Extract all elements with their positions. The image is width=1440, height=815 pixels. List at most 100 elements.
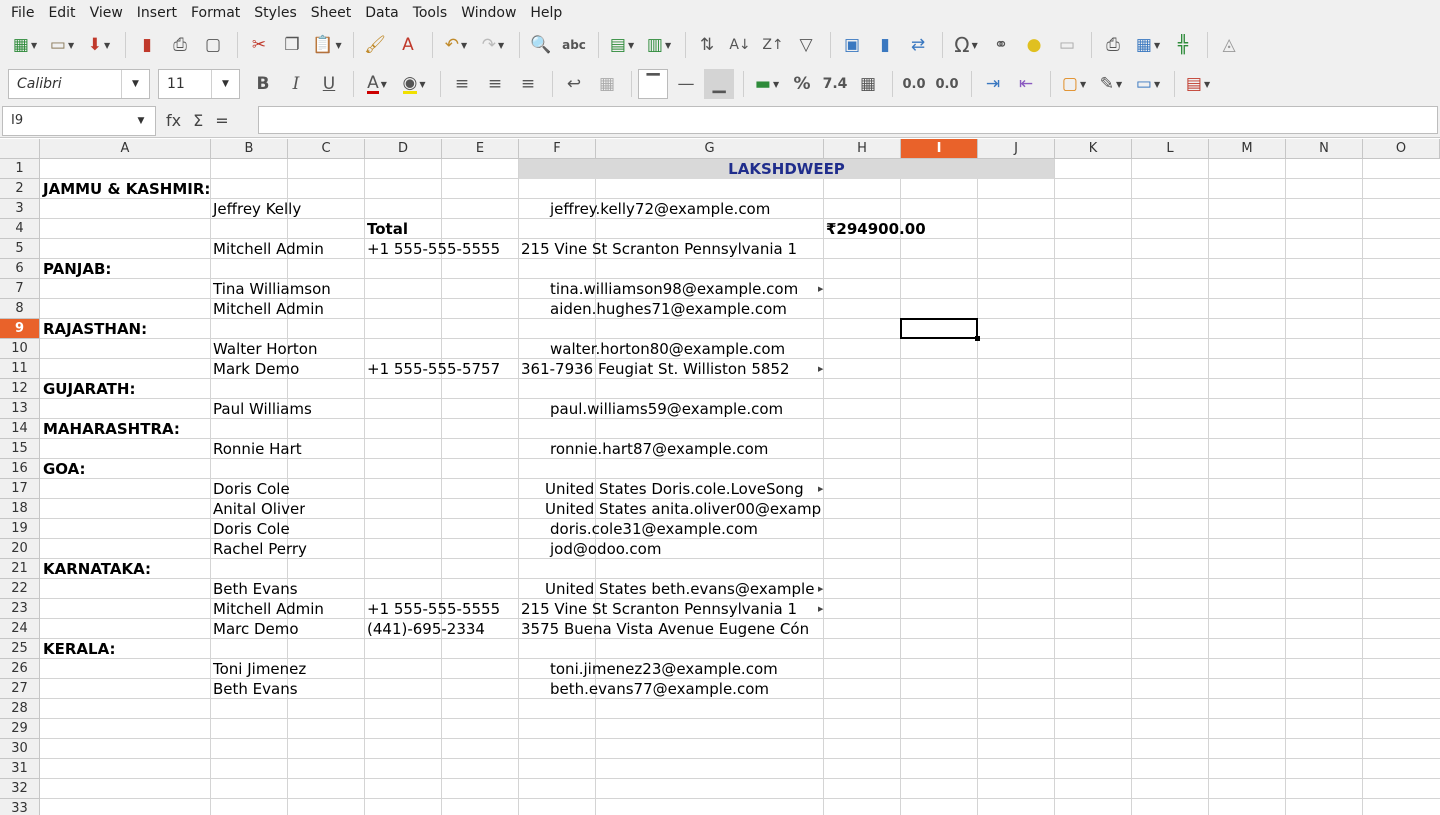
print-icon[interactable]: ⎙ — [165, 30, 195, 60]
function-wizard-icon[interactable]: fx — [166, 111, 181, 130]
cut-icon[interactable]: ✂ — [244, 30, 274, 60]
cell-F15[interactable]: ronnie.hart87@example.com — [548, 439, 768, 459]
currency-format-icon[interactable]: ▬ ▼ — [750, 69, 784, 99]
align-center-icon[interactable]: ≡ — [480, 69, 510, 99]
align-top-icon[interactable]: ▔ — [638, 69, 668, 99]
active-cell-cursor[interactable] — [900, 318, 980, 341]
border-color-icon[interactable]: ▭ ▼ — [1131, 69, 1165, 99]
cell-B5[interactable]: Mitchell Admin — [211, 239, 324, 259]
menu-styles[interactable]: Styles — [247, 0, 303, 26]
row-header-30[interactable]: 30 — [0, 739, 40, 759]
cell-F8[interactable]: aiden.hughes71@example.com — [548, 299, 787, 319]
print-preview-icon[interactable]: ▢ — [198, 30, 228, 60]
cell-B7[interactable]: Tina Williamson — [211, 279, 331, 299]
sort-icon[interactable]: ⇅ — [692, 30, 722, 60]
menu-tools[interactable]: Tools — [406, 0, 455, 26]
cell-F3[interactable]: jeffrey.kelly72@example.com — [548, 199, 770, 219]
column-header-a[interactable]: A — [40, 139, 211, 159]
cell-B3[interactable]: Jeffrey Kelly — [211, 199, 301, 219]
copy-icon[interactable]: ❐ — [277, 30, 307, 60]
font-name-combo[interactable]: Calibri ▼ — [8, 69, 150, 99]
column-header-b[interactable]: B — [211, 139, 288, 159]
percent-format-icon[interactable]: % — [787, 69, 817, 99]
wrap-text-icon[interactable]: ↩ — [559, 69, 589, 99]
column-header-n[interactable]: N — [1286, 139, 1363, 159]
cell-B22[interactable]: Beth Evans — [211, 579, 298, 599]
spreadsheet-grid[interactable]: ABCDEFGHIJKLMNO 1 2 3 4 5 6 7 8 9 10 11 12 13 14 15 16 1… — [0, 139, 1440, 815]
row-header-9[interactable]: 9 — [0, 319, 40, 339]
row-header-18[interactable]: 18 — [0, 499, 40, 519]
highlight-color-icon[interactable]: ◉ ▼ — [397, 69, 431, 99]
row-header-4[interactable]: 4 — [0, 219, 40, 239]
cell-B20[interactable]: Rachel Perry — [211, 539, 307, 559]
menu-edit[interactable]: Edit — [41, 0, 82, 26]
cell-F10[interactable]: walter.horton80@example.com — [548, 339, 785, 359]
row-header-14[interactable]: 14 — [0, 419, 40, 439]
row-header-10[interactable]: 10 — [0, 339, 40, 359]
cell-B17[interactable]: Doris Cole — [211, 479, 290, 499]
row-header-22[interactable]: 22 — [0, 579, 40, 599]
cell-A9[interactable]: RAJASTHAN: — [41, 319, 147, 339]
date-format-icon[interactable]: ▦ — [853, 69, 883, 99]
paste-icon[interactable]: 📋 ▼ — [310, 30, 344, 60]
cell-B15[interactable]: Ronnie Hart — [211, 439, 302, 459]
cell-B10[interactable]: Walter Horton — [211, 339, 317, 359]
name-box[interactable]: I9 ▼ — [2, 105, 156, 136]
row-header-32[interactable]: 32 — [0, 779, 40, 799]
cell-B27[interactable]: Beth Evans — [211, 679, 298, 699]
cell-D4[interactable]: Total — [365, 219, 408, 239]
column-header-h[interactable]: H — [824, 139, 901, 159]
sum-icon[interactable]: Σ — [193, 111, 203, 130]
row-header-24[interactable]: 24 — [0, 619, 40, 639]
split-window-icon[interactable]: ╬ — [1168, 30, 1198, 60]
column-header-g[interactable]: G — [596, 139, 824, 159]
cell-B8[interactable]: Mitchell Admin — [211, 299, 324, 319]
row-header-1[interactable]: 1 — [0, 159, 40, 179]
cell-D5[interactable]: +1 555-555-5555 — [365, 239, 519, 259]
autofilter-icon[interactable]: ▽ — [791, 30, 821, 60]
row-header-12[interactable]: 12 — [0, 379, 40, 399]
cell-F24[interactable]: 3575 Buena Vista Avenue Eugene Cón — [519, 619, 823, 639]
menu-data[interactable]: Data — [358, 0, 405, 26]
row-header-16[interactable]: 16 — [0, 459, 40, 479]
undo-icon[interactable]: ↶ ▼ — [439, 30, 473, 60]
row-header-5[interactable]: 5 — [0, 239, 40, 259]
spellcheck-icon[interactable]: abc — [559, 30, 589, 60]
column-header-d[interactable]: D — [365, 139, 442, 159]
cell-F22[interactable]: United States beth.evans@example — [543, 579, 819, 599]
clear-formatting-icon[interactable]: A — [393, 30, 423, 60]
align-left-icon[interactable]: ≡ — [447, 69, 477, 99]
show-draw-functions-icon[interactable]: ◬ — [1214, 30, 1244, 60]
menu-view[interactable]: View — [83, 0, 130, 26]
row-header-7[interactable]: 7 — [0, 279, 40, 299]
column-header-o[interactable]: O — [1363, 139, 1440, 159]
cell-A21[interactable]: KARNATAKA: — [41, 559, 151, 579]
export-pdf-icon[interactable]: ▮ — [132, 30, 162, 60]
cell-H4[interactable]: ₹294900.00 — [824, 219, 926, 239]
cell-F11[interactable]: 361-7936 Feugiat St. Williston 5852 — [519, 359, 819, 379]
row-header-21[interactable]: 21 — [0, 559, 40, 579]
row-header-20[interactable]: 20 — [0, 539, 40, 559]
hyperlink-icon[interactable]: ⚭ — [986, 30, 1016, 60]
new-document-icon[interactable]: ▦ ▼ — [8, 30, 42, 60]
cell-A6[interactable]: PANJAB: — [41, 259, 111, 279]
row-header-23[interactable]: 23 — [0, 599, 40, 619]
align-bottom-icon[interactable]: ▁ — [704, 69, 734, 99]
chevron-down-icon[interactable]: ▼ — [121, 70, 149, 98]
conditional-format-icon[interactable]: ▤ ▼ — [1181, 69, 1215, 99]
menu-sheet[interactable]: Sheet — [304, 0, 358, 26]
cell-B13[interactable]: Paul Williams — [211, 399, 312, 419]
open-folder-icon[interactable]: ▭ ▼ — [45, 30, 79, 60]
delete-decimal-icon[interactable]: 0.0 — [932, 69, 962, 99]
sort-ascending-icon[interactable]: A↓ — [725, 30, 755, 60]
increase-indent-icon[interactable]: ⇥ — [978, 69, 1008, 99]
row-header-25[interactable]: 25 — [0, 639, 40, 659]
cell-B23[interactable]: Mitchell Admin — [211, 599, 324, 619]
row-icon[interactable]: ▤ ▼ — [605, 30, 639, 60]
cell-A16[interactable]: GOA: — [41, 459, 86, 479]
cell-F18[interactable]: United States anita.oliver00@examp — [543, 499, 823, 519]
cell-B19[interactable]: Doris Cole — [211, 519, 290, 539]
cell-A25[interactable]: KERALA: — [41, 639, 115, 659]
font-color-icon[interactable]: A ▼ — [360, 69, 394, 99]
row-header-19[interactable]: 19 — [0, 519, 40, 539]
